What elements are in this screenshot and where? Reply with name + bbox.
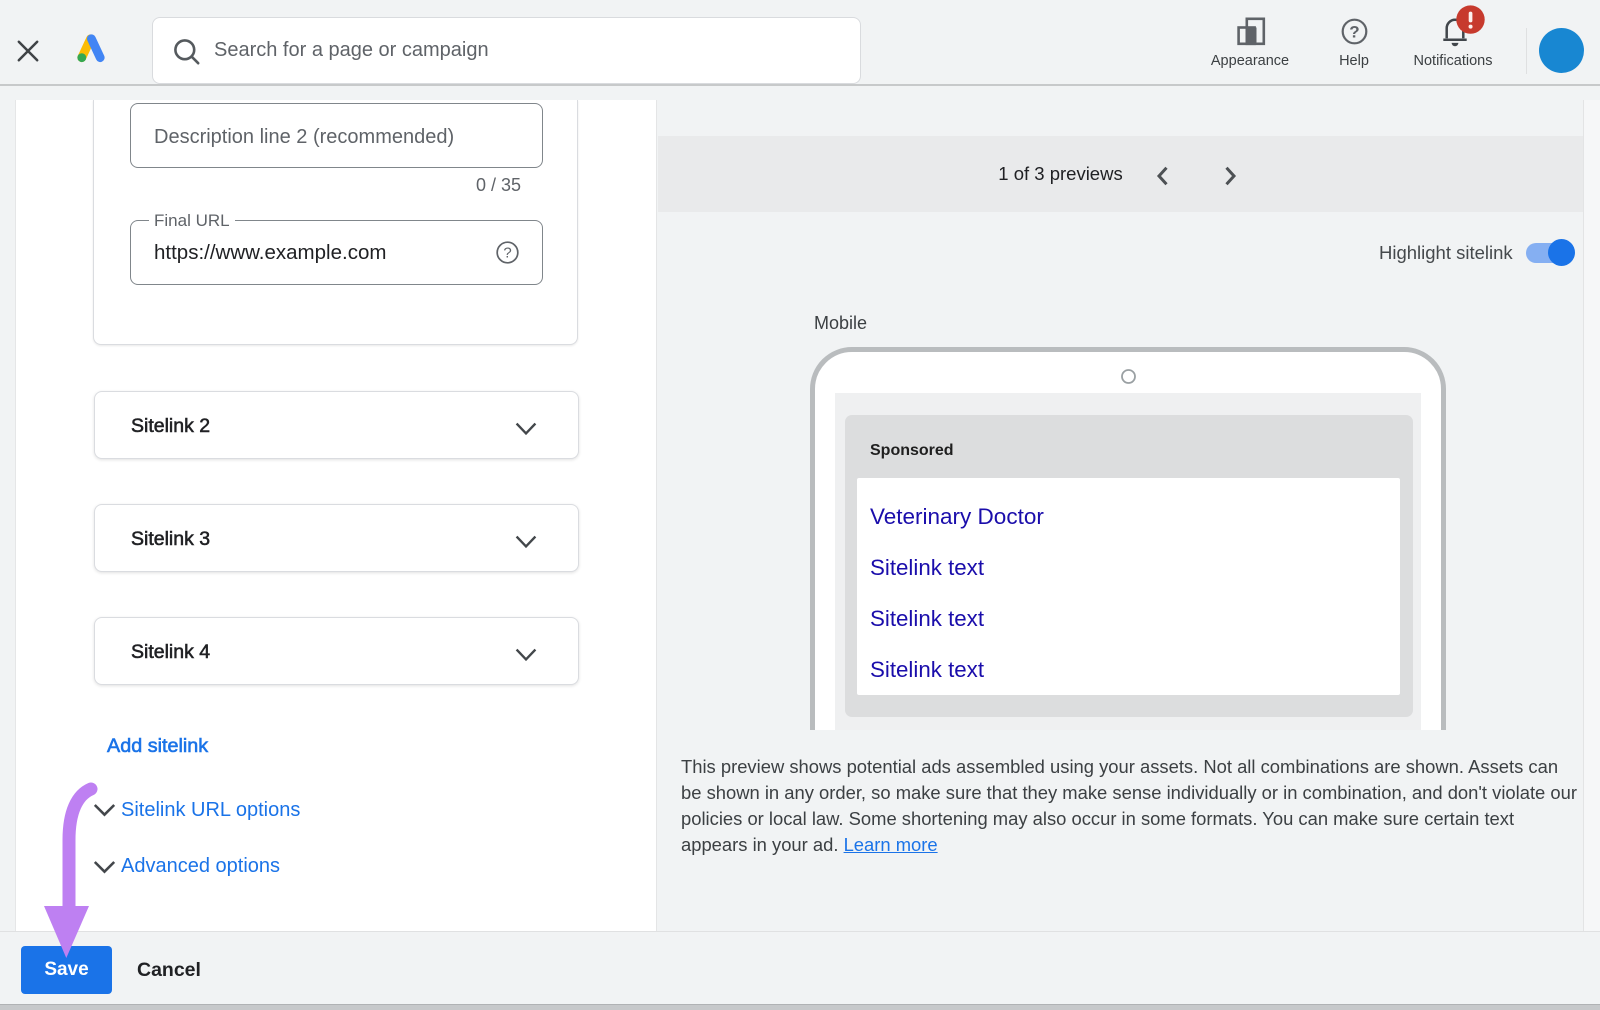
svg-text:?: ? — [1349, 23, 1359, 42]
svg-text:?: ? — [503, 245, 511, 262]
